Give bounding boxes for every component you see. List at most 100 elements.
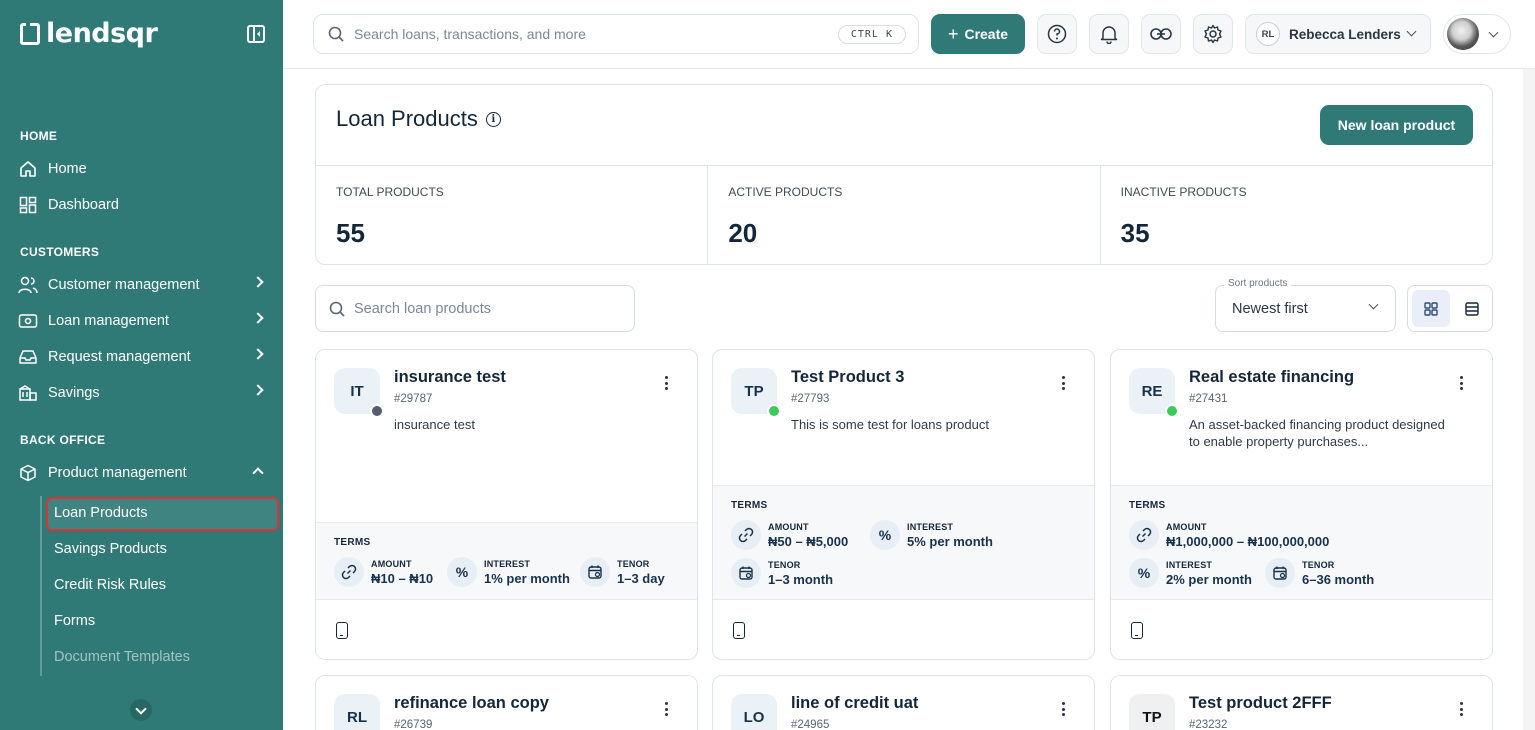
account-switcher[interactable]: RL Rebecca Lenders [1245, 14, 1431, 54]
settings-button[interactable] [1193, 14, 1233, 54]
dashboard-icon [18, 195, 38, 215]
term-amount: AMOUNT ₦50 – ₦5,000 [731, 520, 848, 550]
term-value: 5% per month [907, 533, 993, 549]
product-name: refinance loan copy [394, 694, 549, 712]
stats-row: TOTAL PRODUCTS 55 ACTIVE PRODUCTS 20 INA… [316, 165, 1492, 265]
product-name: insurance test [394, 368, 506, 386]
product-avatar: RL [334, 694, 380, 730]
sidebar-subitem-savings-products[interactable]: Savings Products [54, 541, 167, 557]
sort-products-select[interactable]: Newest first [1215, 285, 1396, 332]
bell-icon [1100, 26, 1118, 44]
stat-label: ACTIVE PRODUCTS [728, 185, 843, 199]
user-name: Rebecca Lenders [1289, 26, 1401, 42]
scroll-down-button[interactable] [130, 699, 152, 721]
page-scrollbar[interactable] [1523, 69, 1535, 730]
loan-products-search-input[interactable]: Search loan products [315, 285, 635, 332]
loan-products-summary: Loan Products i New loan product TOTAL P… [315, 84, 1493, 265]
sort-products-label: Sort products [1224, 278, 1292, 289]
term-value: 6–36 month [1302, 571, 1375, 587]
list-view-button[interactable] [1454, 290, 1490, 327]
more-options-icon[interactable] [665, 376, 669, 390]
section-title-customers: CUSTOMERS [20, 245, 100, 259]
new-loan-product-button[interactable]: New loan product [1320, 105, 1473, 145]
chevron-down-icon [1406, 26, 1417, 37]
chevron-down-icon [1488, 27, 1499, 37]
more-options-icon[interactable] [1460, 702, 1464, 716]
product-card[interactable]: RL refinance loan copy #26739 [315, 675, 698, 730]
sidebar-item-product-management[interactable]: Product management [18, 459, 268, 487]
home-icon [18, 159, 38, 179]
notifications-button[interactable] [1089, 14, 1129, 54]
gear-icon [1204, 24, 1222, 44]
search-icon [328, 26, 344, 42]
sidebar-subitem-credit-risk-rules[interactable]: Credit Risk Rules [54, 577, 166, 593]
profile-menu-button[interactable] [1443, 14, 1511, 54]
term-interest: % INTEREST 2% per month [1129, 558, 1252, 588]
term-interest: % INTEREST 1% per month [447, 557, 570, 587]
mobile-channel-icon [1131, 622, 1143, 639]
status-indicator [767, 404, 781, 418]
sidebar-item-loan-management[interactable]: Loan management [18, 307, 268, 335]
chevron-right-icon [252, 348, 264, 360]
more-options-icon[interactable] [1062, 376, 1066, 390]
term-key: TENOR [617, 558, 650, 569]
product-card[interactable]: TP Test product 2FFF #23232 [1110, 675, 1493, 730]
more-options-icon[interactable] [1062, 702, 1066, 716]
sidebar-item-request-management[interactable]: Request management [18, 343, 268, 371]
term-key: INTEREST [907, 521, 954, 532]
sidebar-subitem-forms[interactable]: Forms [54, 613, 95, 629]
status-indicator [1165, 404, 1179, 418]
product-card[interactable]: IT insurance test #29787 insurance test … [315, 349, 698, 660]
product-card[interactable]: RE Real estate financing #27431 An asset… [1110, 349, 1493, 660]
term-tenor: TENOR 1–3 month [731, 558, 833, 588]
plus-icon: + [947, 24, 959, 44]
create-label: Create [964, 26, 1009, 42]
create-button[interactable]: + Create [931, 14, 1025, 54]
more-options-icon[interactable] [1460, 376, 1464, 390]
grid-view-button[interactable] [1412, 290, 1450, 327]
product-card[interactable]: TP Test Product 3 #27793 This is some te… [712, 349, 1095, 660]
product-name: Real estate financing [1189, 368, 1355, 386]
stat-label: TOTAL PRODUCTS [336, 185, 444, 199]
product-card[interactable]: LO line of credit uat #24965 [712, 675, 1095, 730]
info-icon[interactable]: i [485, 111, 501, 127]
sidebar-item-customer-management[interactable]: Customer management [18, 271, 268, 299]
product-id: #27793 [791, 393, 830, 405]
search-placeholder: Search loan products [354, 300, 492, 317]
status-indicator [370, 404, 384, 418]
chevron-right-icon [252, 276, 264, 288]
terms-label: TERMS [1129, 500, 1166, 511]
collapse-sidebar-icon[interactable] [247, 25, 265, 43]
stat-value: 55 [336, 218, 365, 248]
link-button[interactable] [1141, 14, 1181, 54]
sidebar-subitem-document-templates[interactable]: Document Templates [54, 649, 190, 665]
sidebar-item-home[interactable]: Home [18, 155, 268, 183]
brand-logo[interactable]: lendsqr [20, 18, 158, 49]
sidebar-item-savings[interactable]: Savings [18, 379, 268, 407]
help-button[interactable] [1037, 14, 1077, 54]
page-title-text: Loan Products [336, 106, 478, 131]
sidebar-item-dashboard[interactable]: Dashboard [18, 191, 268, 219]
search-icon [329, 301, 345, 317]
product-terms: TERMS AMOUNT ₦10 – ₦10 % INTEREST 1% per m… [316, 522, 697, 600]
section-title-home: HOME [20, 129, 58, 143]
term-value: 1% per month [484, 570, 570, 586]
global-search-input[interactable]: Search loans, transactions, and more CTR… [313, 14, 919, 54]
product-description: This is some test for loans product [791, 417, 989, 432]
percent-icon: % [870, 520, 900, 550]
stat-total-products: TOTAL PRODUCTS 55 [316, 166, 709, 265]
terms-label: TERMS [731, 500, 768, 511]
more-options-icon[interactable] [665, 702, 669, 716]
bank-icon [18, 383, 38, 403]
term-value: ₦10 – ₦10 [371, 570, 434, 586]
list-icon [1465, 301, 1479, 316]
product-terms: TERMS AMOUNT ₦1,000,000 – ₦100,000,000 % … [1111, 485, 1492, 600]
term-value: ₦50 – ₦5,000 [768, 533, 849, 549]
sidebar-subitem-loan-products[interactable]: Loan Products [54, 505, 148, 521]
submenu-rail [40, 496, 42, 676]
chevron-up-icon [252, 467, 264, 479]
product-id: #24965 [791, 719, 830, 730]
product-name: line of credit uat [791, 694, 919, 712]
term-value: ₦1,000,000 – ₦100,000,000 [1166, 533, 1330, 549]
sidebar-item-label: Request management [48, 349, 191, 365]
